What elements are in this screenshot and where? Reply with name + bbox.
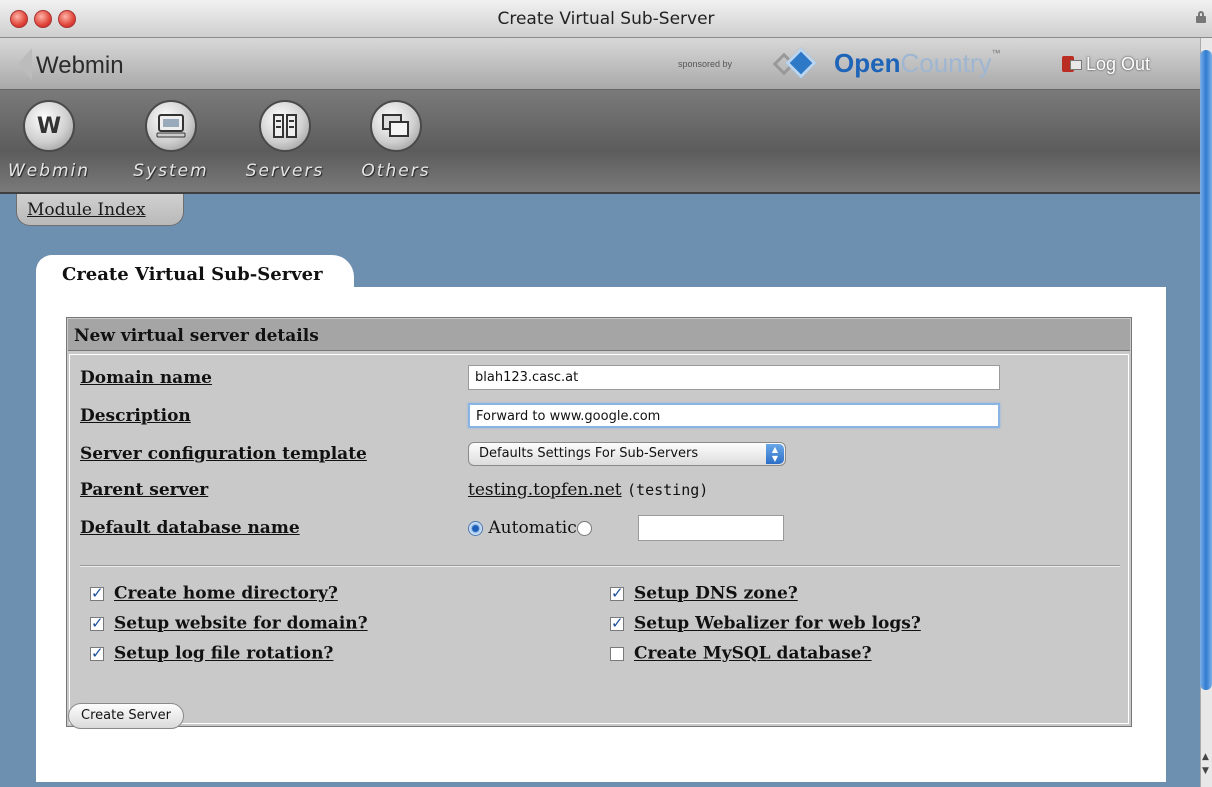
- template-selected: Defaults Settings For Sub-Servers: [479, 446, 699, 461]
- section-title: New virtual server details: [74, 326, 319, 346]
- dbname-automatic-label: Automatic: [488, 518, 577, 538]
- scrollbar-thumb[interactable]: [1200, 50, 1212, 690]
- create-server-button[interactable]: Create Server: [68, 703, 184, 729]
- dbname-automatic-radio[interactable]: [468, 521, 483, 536]
- category-servers[interactable]: Servers: [240, 100, 330, 181]
- domain-label[interactable]: Domain name: [80, 368, 212, 388]
- opencountry-logo-icon: [770, 47, 830, 80]
- sponsor-country-text: Country: [900, 48, 992, 78]
- window-titlebar: Create Virtual Sub-Server: [0, 0, 1212, 38]
- form-body: Domain name blah123.casc.at Description …: [69, 354, 1129, 724]
- category-label: Webmin: [7, 161, 91, 181]
- window-title: Create Virtual Sub-Server: [497, 9, 715, 29]
- form-box: New virtual server details Domain name b…: [66, 317, 1132, 727]
- section-header: New virtual server details: [68, 319, 1130, 351]
- category-others[interactable]: Others: [356, 100, 436, 181]
- parent-label[interactable]: Parent server: [80, 480, 208, 500]
- logout-button[interactable]: Log Out: [1062, 50, 1150, 78]
- option-create-home[interactable]: Create home directory?: [90, 583, 338, 605]
- checkbox[interactable]: [90, 584, 104, 602]
- module-index-link[interactable]: Module Index: [27, 200, 146, 220]
- description-input[interactable]: Forward to www.google.com: [468, 403, 1000, 428]
- servers-icon: [259, 100, 311, 152]
- domain-input[interactable]: blah123.casc.at: [468, 365, 1000, 390]
- parent-server-link[interactable]: testing.topfen.net: [468, 480, 622, 500]
- category-label: System: [133, 161, 209, 181]
- back-arrow-icon: [18, 48, 32, 80]
- scroll-up-icon[interactable]: ▲: [1202, 752, 1209, 762]
- webmin-header: Webmin sponsored by OpenCountry™ Log Out: [0, 38, 1200, 90]
- dbname-input[interactable]: [638, 515, 784, 541]
- dbname-options: Automatic: [468, 518, 592, 538]
- checkbox[interactable]: [610, 614, 624, 632]
- checkbox[interactable]: [610, 646, 624, 661]
- logout-label: Log Out: [1086, 53, 1151, 74]
- page-title: Create Virtual Sub-Server: [62, 264, 323, 285]
- option-log-rotation[interactable]: Setup log file rotation?: [90, 643, 333, 665]
- dbname-label[interactable]: Default database name: [80, 518, 300, 538]
- main-panel: New virtual server details Domain name b…: [36, 287, 1166, 782]
- trademark-text: ™: [991, 48, 1001, 58]
- option-mysql[interactable]: Create MySQL database?: [610, 643, 872, 665]
- divider: [80, 565, 1120, 567]
- checkbox[interactable]: [90, 614, 104, 632]
- brand-title: Webmin: [36, 52, 124, 79]
- category-label: Servers: [245, 161, 325, 181]
- template-select[interactable]: Defaults Settings For Sub-Servers ▲ ▼: [468, 442, 786, 466]
- description-label[interactable]: Description: [80, 406, 191, 426]
- template-label[interactable]: Server configuration template: [80, 444, 367, 464]
- webmin-icon: W: [23, 100, 75, 152]
- module-index-tab: Module Index: [16, 194, 184, 226]
- parent-value: testing.topfen.net (testing): [468, 480, 708, 500]
- page-title-tab: Create Virtual Sub-Server: [36, 255, 354, 291]
- windows-icon: [370, 100, 422, 152]
- scroll-down-icon[interactable]: ▼: [1202, 766, 1209, 776]
- lock-icon: [1196, 11, 1206, 23]
- option-label: Setup Webalizer for web logs?: [634, 613, 921, 634]
- category-label: Others: [361, 161, 431, 181]
- option-dns-zone[interactable]: Setup DNS zone?: [610, 583, 798, 605]
- sponsored-label: sponsored by: [678, 59, 733, 69]
- dbname-custom-radio[interactable]: [576, 521, 592, 536]
- sponsor-logo-text[interactable]: OpenCountry™: [834, 48, 1001, 79]
- checkbox[interactable]: [90, 644, 104, 662]
- option-webalizer[interactable]: Setup Webalizer for web logs?: [610, 613, 921, 635]
- option-label: Setup website for domain?: [114, 613, 368, 634]
- select-arrows-icon: ▲ ▼: [766, 444, 784, 464]
- option-label: Create MySQL database?: [634, 643, 872, 664]
- option-label: Create home directory?: [114, 583, 338, 604]
- option-setup-website[interactable]: Setup website for domain?: [90, 613, 368, 635]
- checkbox[interactable]: [610, 584, 624, 602]
- computer-icon: [145, 100, 197, 152]
- parent-user: (testing): [627, 481, 709, 499]
- logout-icon: [1062, 54, 1082, 74]
- category-system[interactable]: System: [128, 100, 214, 181]
- sponsor-open-text: Open: [834, 48, 901, 78]
- category-bar: W Webmin System Servers Others: [0, 90, 1200, 194]
- category-webmin[interactable]: W Webmin: [6, 100, 92, 181]
- option-label: Setup log file rotation?: [114, 643, 334, 664]
- option-label: Setup DNS zone?: [634, 583, 798, 604]
